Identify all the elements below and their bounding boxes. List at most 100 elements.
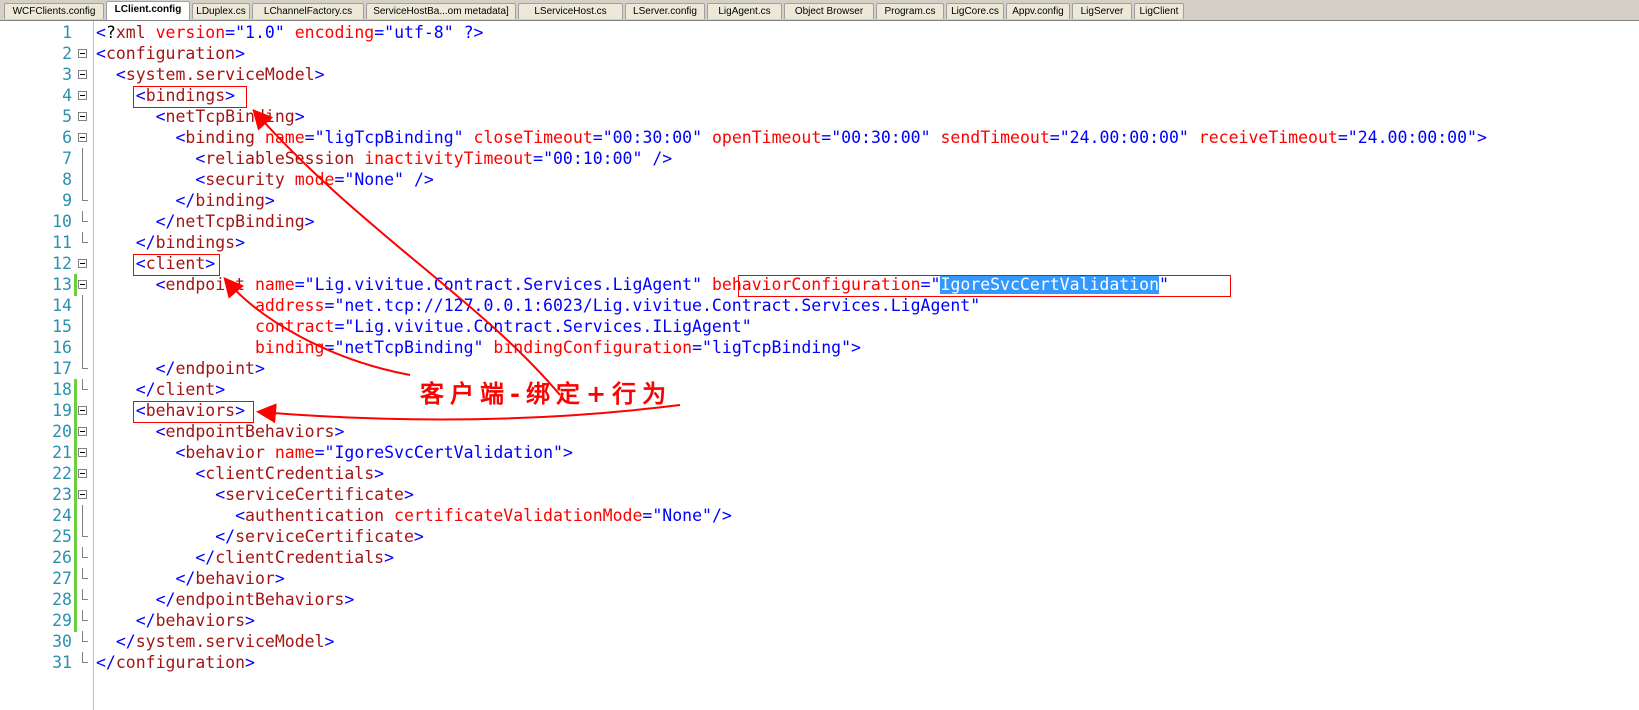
code-text: </system.serviceModel> bbox=[115, 632, 335, 651]
code-line[interactable]: 20 <endpointBehaviors> bbox=[0, 421, 1639, 443]
line-number: 21 bbox=[52, 443, 72, 462]
collapse-toggle-icon[interactable] bbox=[78, 133, 87, 142]
collapse-toggle-icon[interactable] bbox=[78, 406, 87, 415]
line-number: 26 bbox=[52, 548, 72, 567]
code-line[interactable]: 15 contract="Lig.vivitue.Contract.Servic… bbox=[0, 316, 1639, 338]
line-number: 17 bbox=[52, 359, 72, 378]
line-number: 24 bbox=[52, 506, 72, 525]
tab-13[interactable]: LigClient bbox=[1134, 3, 1184, 19]
line-number: 28 bbox=[52, 590, 72, 609]
tab-6[interactable]: LServer.config bbox=[625, 3, 705, 19]
code-line[interactable]: 10 </netTcpBinding> bbox=[0, 211, 1639, 233]
code-line[interactable]: 28 </endpointBehaviors> bbox=[0, 589, 1639, 611]
code-text: <configuration> bbox=[96, 44, 246, 63]
code-line[interactable]: 12 <client> bbox=[0, 253, 1639, 275]
code-line[interactable]: 27 </behavior> bbox=[0, 568, 1639, 590]
collapse-toggle-icon[interactable] bbox=[78, 112, 87, 121]
code-text: <system.serviceModel> bbox=[115, 65, 325, 84]
tab-9[interactable]: Program.cs bbox=[876, 3, 944, 19]
code-text: <binding name="ligTcpBinding" closeTimeo… bbox=[175, 128, 1487, 147]
code-line[interactable]: 23 <serviceCertificate> bbox=[0, 484, 1639, 506]
code-line[interactable]: 26 </clientCredentials> bbox=[0, 547, 1639, 569]
tab-8[interactable]: Object Browser bbox=[784, 3, 874, 19]
code-line[interactable]: 31 </configuration> bbox=[0, 652, 1639, 674]
highlight-box-behavior-configuration bbox=[738, 275, 1231, 297]
code-line[interactable]: 6 <binding name="ligTcpBinding" closeTim… bbox=[0, 127, 1639, 149]
change-marker bbox=[74, 547, 77, 569]
code-line[interactable]: 18 </client> bbox=[0, 379, 1639, 401]
collapse-toggle-icon[interactable] bbox=[78, 49, 87, 58]
code-line[interactable]: 25 </serviceCertificate> bbox=[0, 526, 1639, 548]
line-number: 11 bbox=[52, 233, 72, 252]
code-line[interactable]: 11 </bindings> bbox=[0, 232, 1639, 254]
code-line[interactable]: 29 </behaviors> bbox=[0, 610, 1639, 632]
highlight-box-client bbox=[133, 254, 220, 276]
code-line[interactable]: 22 <clientCredentials> bbox=[0, 463, 1639, 485]
code-line[interactable]: 24 <authentication certificateValidation… bbox=[0, 505, 1639, 527]
change-marker bbox=[74, 484, 77, 506]
code-line[interactable]: 8 <security mode="None" /> bbox=[0, 169, 1639, 191]
tab-1[interactable]: LClient.config bbox=[106, 1, 190, 20]
fold-end-marker bbox=[82, 211, 88, 222]
collapse-toggle-icon[interactable] bbox=[78, 427, 87, 436]
collapse-toggle-icon[interactable] bbox=[78, 280, 87, 289]
code-text: </endpointBehaviors> bbox=[155, 590, 355, 609]
fold-guide bbox=[82, 337, 83, 359]
collapse-toggle-icon[interactable] bbox=[78, 91, 87, 100]
collapse-toggle-icon[interactable] bbox=[78, 448, 87, 457]
code-text: </clientCredentials> bbox=[195, 548, 395, 567]
tab-11[interactable]: Appv.config bbox=[1006, 3, 1070, 19]
fold-end-marker bbox=[82, 568, 88, 579]
code-line[interactable]: 9 </binding> bbox=[0, 190, 1639, 212]
line-number: 25 bbox=[52, 527, 72, 546]
tab-12[interactable]: LigServer bbox=[1072, 3, 1132, 19]
code-line[interactable]: 5 <netTcpBinding> bbox=[0, 106, 1639, 128]
code-line[interactable]: 3 <system.serviceModel> bbox=[0, 64, 1639, 86]
code-line[interactable]: 14 address="net.tcp://127.0.0.1:6023/Lig… bbox=[0, 295, 1639, 317]
collapse-toggle-icon[interactable] bbox=[78, 70, 87, 79]
code-line[interactable]: 17 </endpoint> bbox=[0, 358, 1639, 380]
code-line[interactable]: 30 </system.serviceModel> bbox=[0, 631, 1639, 653]
fold-guide bbox=[82, 148, 83, 170]
code-text: <clientCredentials> bbox=[195, 464, 385, 483]
line-number: 2 bbox=[62, 44, 72, 63]
code-text: <behavior name="IgoreSvcCertValidation"> bbox=[175, 443, 573, 462]
collapse-toggle-icon[interactable] bbox=[78, 490, 87, 499]
line-number: 20 bbox=[52, 422, 72, 441]
fold-guide bbox=[82, 316, 83, 338]
code-line[interactable]: 2 <configuration> bbox=[0, 43, 1639, 65]
code-text: </endpoint> bbox=[155, 359, 265, 378]
code-text: address="net.tcp://127.0.0.1:6023/Lig.vi… bbox=[254, 296, 981, 315]
code-line[interactable]: 7 <reliableSession inactivityTimeout="00… bbox=[0, 148, 1639, 170]
line-number: 4 bbox=[62, 86, 72, 105]
fold-guide bbox=[82, 295, 83, 317]
line-number: 16 bbox=[52, 338, 72, 357]
fold-end-marker bbox=[82, 547, 88, 558]
tab-5[interactable]: LServiceHost.cs bbox=[518, 3, 623, 19]
collapse-toggle-icon[interactable] bbox=[78, 469, 87, 478]
change-marker bbox=[74, 274, 77, 296]
code-line[interactable]: 21 <behavior name="IgoreSvcCertValidatio… bbox=[0, 442, 1639, 464]
code-text: <reliableSession inactivityTimeout="00:1… bbox=[195, 149, 673, 168]
annotation-caption: 客户端-绑定+行为 bbox=[420, 380, 673, 408]
change-marker bbox=[74, 526, 77, 548]
tab-0[interactable]: WCFClients.config bbox=[4, 3, 104, 19]
line-number: 23 bbox=[52, 485, 72, 504]
tab-3[interactable]: LChannelFactory.cs bbox=[252, 3, 364, 19]
code-line[interactable]: 16 binding="netTcpBinding" bindingConfig… bbox=[0, 337, 1639, 359]
tab-7[interactable]: LigAgent.cs bbox=[707, 3, 782, 19]
line-number: 6 bbox=[62, 128, 72, 147]
fold-end-marker bbox=[82, 232, 88, 243]
line-number: 8 bbox=[62, 170, 72, 189]
tab-2[interactable]: LDuplex.cs bbox=[192, 3, 250, 19]
code-text: </behavior> bbox=[175, 569, 285, 588]
collapse-toggle-icon[interactable] bbox=[78, 259, 87, 268]
code-text: <?xml version="1.0" encoding="utf-8" ?> bbox=[96, 23, 484, 42]
change-marker bbox=[74, 568, 77, 590]
tab-10[interactable]: LigCore.cs bbox=[946, 3, 1004, 19]
tab-4[interactable]: ServiceHostBa...om metadata] bbox=[366, 3, 516, 19]
fold-end-marker bbox=[82, 589, 88, 600]
fold-end-marker bbox=[82, 526, 88, 537]
line-number: 14 bbox=[52, 296, 72, 315]
code-line[interactable]: 1 <?xml version="1.0" encoding="utf-8" ?> bbox=[0, 22, 1639, 44]
